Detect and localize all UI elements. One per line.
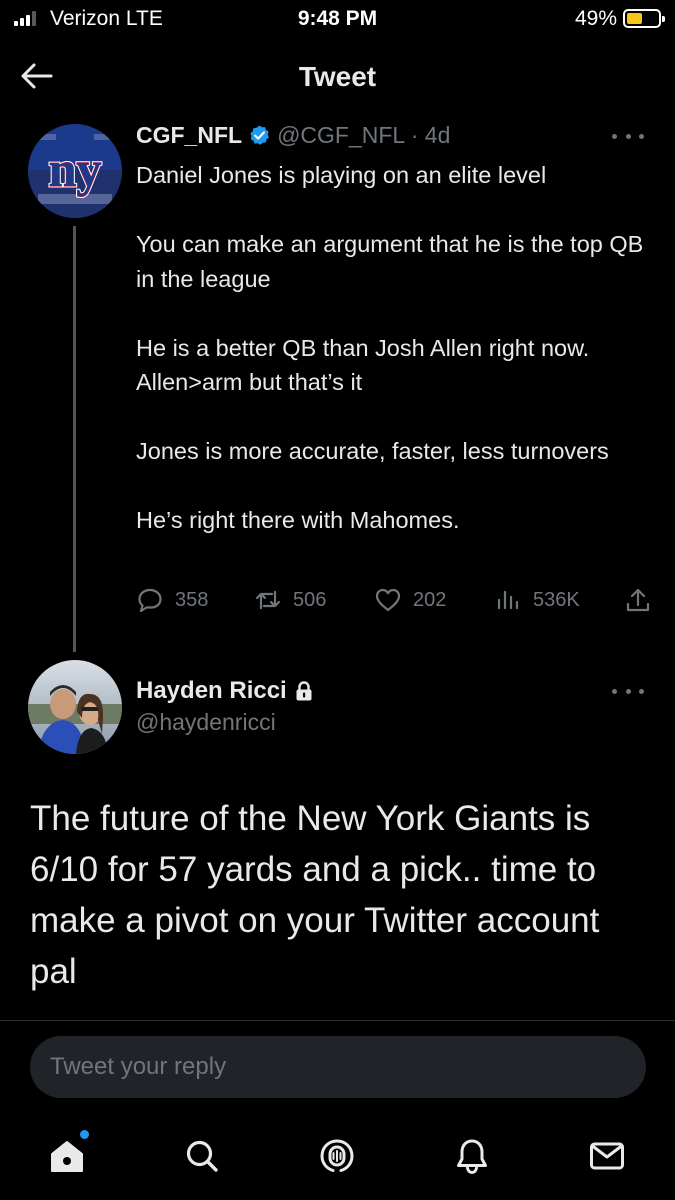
like-count: 202 <box>413 588 447 611</box>
tab-messages[interactable] <box>581 1130 633 1182</box>
tab-notifications[interactable] <box>446 1130 498 1182</box>
home-icon <box>51 1141 83 1172</box>
tweet-header: CGF_NFL @CGF_NFL · 4d <box>136 122 450 149</box>
tweet-paragraph: Jones is more accurate, faster, less tur… <box>136 438 609 464</box>
verified-badge-icon <box>250 125 269 145</box>
profile-photo <box>28 660 122 754</box>
reply-count: 358 <box>175 588 209 611</box>
giants-logo: ny ny <box>28 124 122 218</box>
author-handle-time: @CGF_NFL · 4d <box>277 122 451 148</box>
retweet-icon <box>255 590 281 610</box>
views-button[interactable]: 536K <box>494 582 580 618</box>
avatar[interactable]: ny ny <box>28 124 122 218</box>
retweet-button[interactable]: 506 <box>254 582 326 618</box>
like-button[interactable]: 202 <box>374 582 446 618</box>
tab-search[interactable] <box>176 1130 228 1182</box>
tweet-paragraph: You can make an argument that he is the … <box>136 231 644 292</box>
tab-bar <box>0 1110 675 1200</box>
reply-text: The future of the New York Giants is 6/1… <box>30 799 600 991</box>
share-icon <box>626 588 650 612</box>
reply-icon <box>138 588 162 613</box>
tweet-actions: 358 506 202 536K <box>136 582 656 618</box>
more-options-icon[interactable] <box>612 681 644 701</box>
author-name[interactable]: CGF_NFL <box>136 122 242 149</box>
battery-percent: 49% <box>574 7 617 30</box>
views-count: 536K <box>533 588 580 611</box>
status-bar: Verizon LTE 9:48 PM 49% <box>0 0 675 40</box>
tweet-paragraph: Daniel Jones is playing on an elite leve… <box>136 162 547 188</box>
reply-author-handle: @haydenricci <box>136 709 276 735</box>
clock: 9:48 PM <box>297 7 378 30</box>
tweet-paragraph: He’s right there with Mahomes. <box>136 507 460 533</box>
heart-icon <box>375 588 401 612</box>
tab-spaces[interactable] <box>311 1130 363 1182</box>
page-title: Tweet <box>298 61 377 92</box>
search-icon <box>186 1140 218 1172</box>
more-options-icon[interactable] <box>612 126 644 146</box>
reply-author-name[interactable]: Hayden Ricci <box>136 677 313 705</box>
battery-icon <box>623 9 665 28</box>
bell-icon <box>457 1139 487 1175</box>
mail-icon <box>590 1142 624 1170</box>
reply-author-name-text: Hayden Ricci <box>136 677 287 704</box>
thread-line <box>73 226 76 652</box>
reply-input[interactable]: Tweet your reply <box>30 1036 646 1098</box>
avatar[interactable] <box>28 660 122 754</box>
reply-button[interactable]: 358 <box>136 582 208 618</box>
reply-input-placeholder: Tweet your reply <box>50 1053 227 1080</box>
tweet-paragraph <box>136 469 656 504</box>
lock-icon <box>296 681 312 701</box>
notification-dot <box>80 1130 89 1139</box>
divider <box>0 1020 675 1021</box>
svg-text:ny: ny <box>49 141 102 197</box>
views-icon <box>497 590 519 610</box>
tweet-paragraph <box>136 400 656 435</box>
share-button[interactable] <box>624 582 652 618</box>
spaces-icon <box>320 1139 354 1172</box>
header: Tweet <box>0 40 675 112</box>
tab-home[interactable] <box>41 1130 93 1182</box>
tweet-paragraph <box>136 193 656 228</box>
tweet-paragraph: He is a better QB than Josh Allen right … <box>136 334 590 396</box>
retweet-count: 506 <box>293 588 327 611</box>
tweet-paragraph <box>136 296 656 331</box>
tweet-text: Daniel Jones is playing on an elite leve… <box>136 158 656 538</box>
